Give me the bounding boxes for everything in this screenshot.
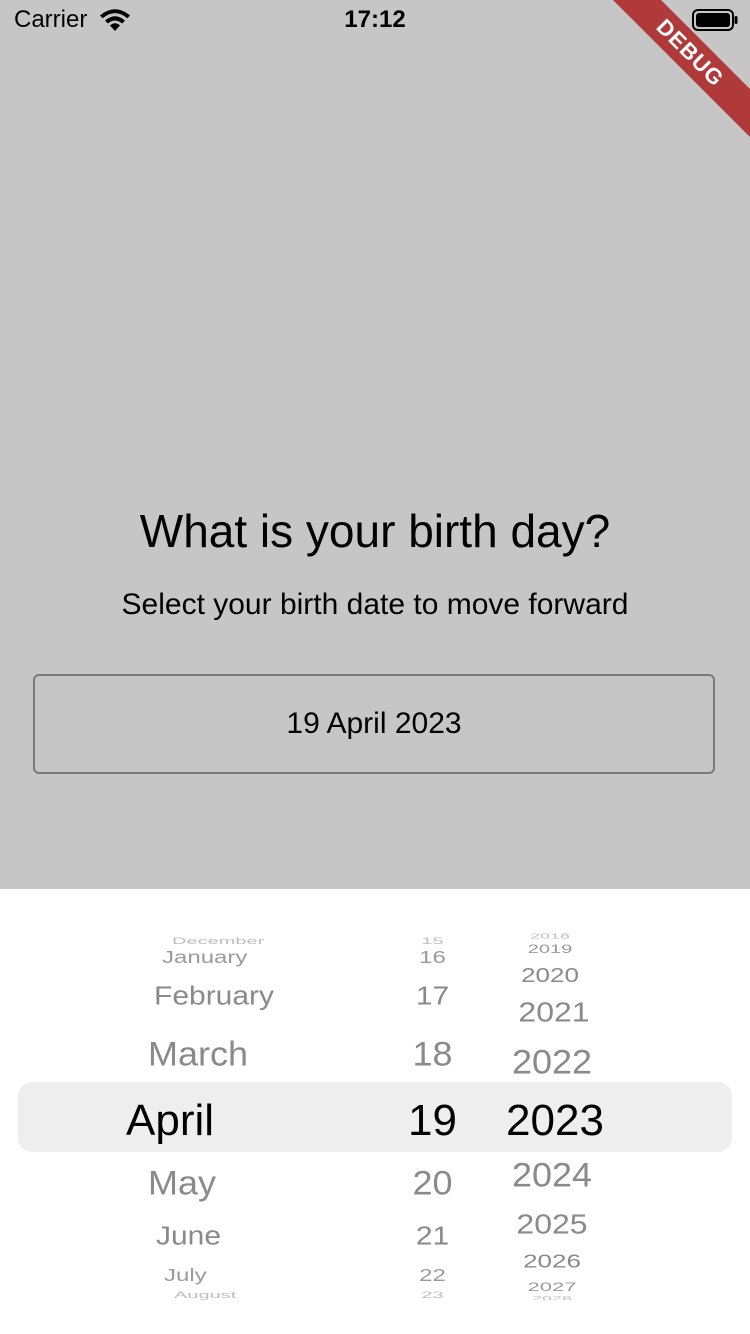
- page-title: What is your birth day?: [139, 505, 611, 557]
- year-wheel[interactable]: 2018 2019 2020 2021 2022 2023 2024 2025 …: [490, 930, 620, 1300]
- day-option[interactable]: 20: [395, 1163, 470, 1203]
- month-option[interactable]: May: [148, 1163, 216, 1203]
- day-option[interactable]: 15: [395, 936, 470, 946]
- year-option[interactable]: 2020: [490, 963, 610, 987]
- month-option[interactable]: February: [154, 982, 274, 1011]
- year-option[interactable]: 2024: [490, 1155, 614, 1195]
- day-option-selected[interactable]: 19: [395, 1096, 470, 1146]
- month-option[interactable]: July: [164, 1266, 207, 1286]
- battery-icon: [692, 9, 738, 31]
- month-option[interactable]: August: [174, 1290, 236, 1300]
- day-option[interactable]: 16: [395, 948, 470, 968]
- year-option-selected[interactable]: 2023: [490, 1096, 620, 1146]
- month-option[interactable]: December: [172, 936, 264, 946]
- month-option[interactable]: March: [148, 1034, 248, 1074]
- day-option[interactable]: 22: [395, 1266, 470, 1286]
- year-option[interactable]: 2019: [490, 943, 610, 957]
- year-option[interactable]: 2028: [490, 1295, 614, 1300]
- day-wheel[interactable]: 15 16 17 18 19 20 21 22 23: [395, 930, 470, 1300]
- year-option[interactable]: 2018: [490, 932, 610, 940]
- day-option[interactable]: 21: [395, 1222, 470, 1251]
- year-option[interactable]: 2026: [490, 1250, 614, 1272]
- day-option[interactable]: 18: [395, 1034, 470, 1074]
- month-wheel[interactable]: December January February March April Ma…: [120, 930, 390, 1300]
- birth-date-field[interactable]: 19 April 2023: [33, 674, 715, 774]
- day-option[interactable]: 23: [395, 1290, 470, 1300]
- month-option[interactable]: January: [162, 948, 247, 968]
- year-option[interactable]: 2021: [490, 996, 618, 1029]
- month-option-selected[interactable]: April: [126, 1096, 214, 1146]
- day-option[interactable]: 17: [395, 982, 470, 1011]
- year-option[interactable]: 2022: [490, 1042, 614, 1082]
- month-option[interactable]: June: [156, 1222, 221, 1251]
- page-subtitle: Select your birth date to move forward: [121, 588, 629, 621]
- year-option[interactable]: 2027: [490, 1280, 614, 1294]
- year-option[interactable]: 2025: [490, 1209, 614, 1241]
